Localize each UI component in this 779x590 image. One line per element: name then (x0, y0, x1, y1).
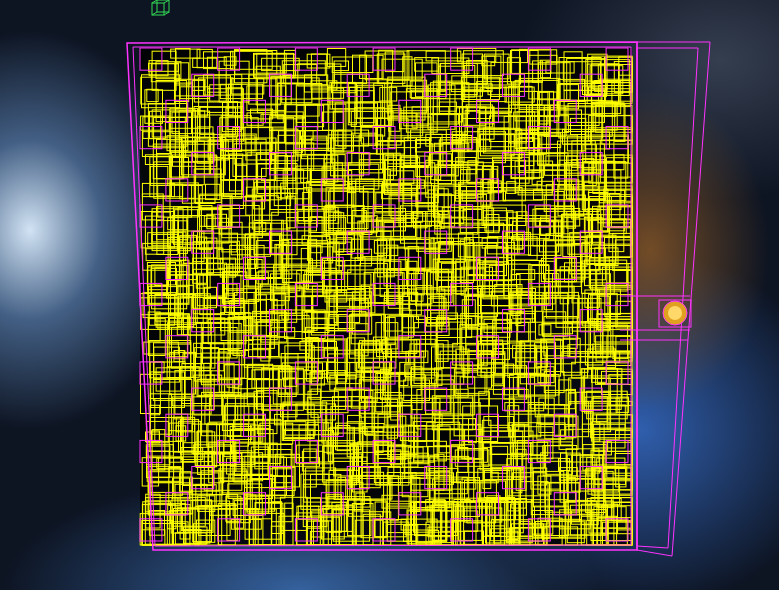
inner-boxes (140, 48, 632, 545)
scene-viewport[interactable] (0, 0, 779, 590)
bounding-boxes-icon (0, 0, 779, 590)
light-orb-icon[interactable] (663, 301, 687, 325)
outer-boxes (127, 42, 710, 556)
camera-cube-icon[interactable] (152, 0, 169, 15)
